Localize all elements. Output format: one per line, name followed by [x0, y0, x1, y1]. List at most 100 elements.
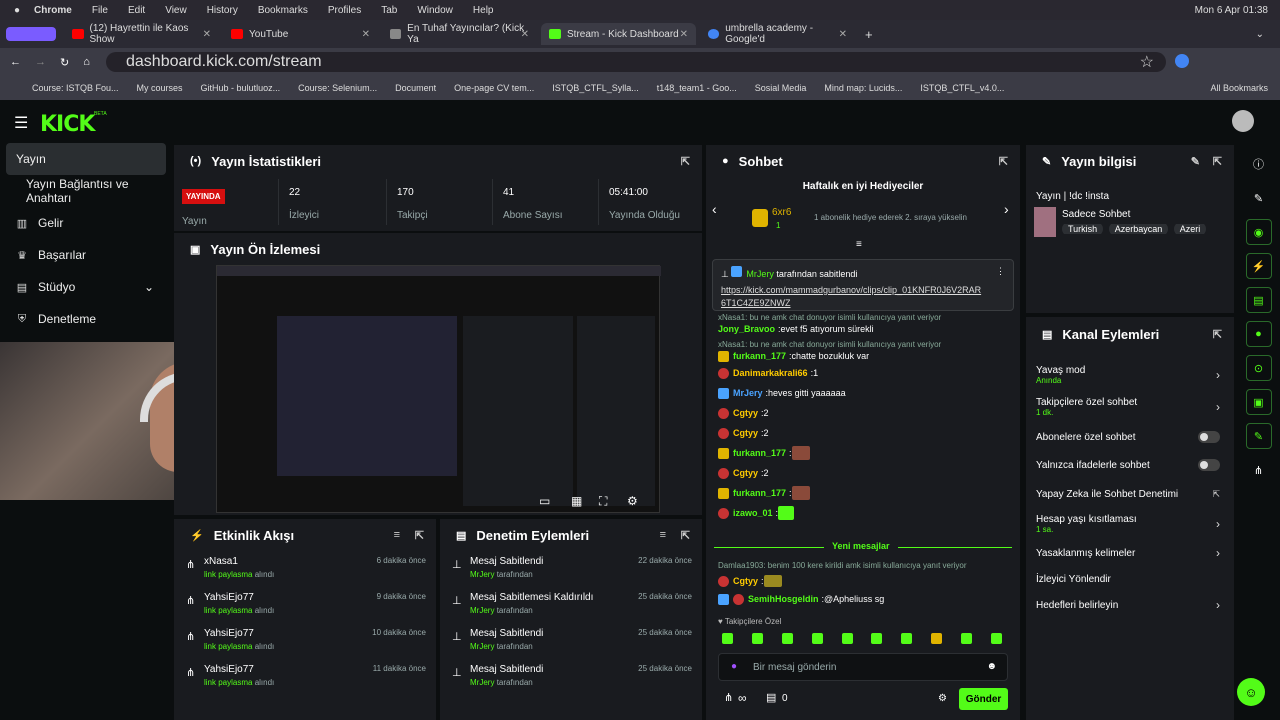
edit-icon[interactable]: ✎ — [1191, 155, 1200, 168]
popout-icon[interactable]: ⇱ — [1213, 328, 1222, 341]
menu-history[interactable]: History — [207, 5, 238, 16]
popout-icon[interactable]: ⇱ — [681, 155, 690, 168]
bookmark-item[interactable]: GitHub - bulutluoz... — [201, 83, 281, 93]
action-slow-mode[interactable]: Yavaş mod Anında › — [1026, 359, 1234, 391]
bookmark-item[interactable]: Course: ISTQB Fou... — [32, 83, 119, 93]
new-tab-icon[interactable]: + — [865, 27, 873, 42]
layout-icon[interactable]: ▦ — [571, 494, 582, 508]
forward-icon[interactable]: → — [35, 56, 46, 68]
app-name[interactable]: Chrome — [34, 5, 72, 16]
emote-icon[interactable] — [901, 633, 913, 644]
filter-icon[interactable]: ≡ — [394, 529, 400, 541]
subscribers-only-toggle[interactable] — [1198, 431, 1220, 443]
share-icon[interactable]: ⋔ — [1246, 457, 1272, 483]
bookmark-item[interactable]: My courses — [137, 83, 183, 93]
tab-en-tuhaf[interactable]: En Tuhaf Yayıncılar? (Kick Ya ✕ — [382, 23, 537, 45]
sidebar-item-basarilar[interactable]: ♛ Başarılar — [0, 239, 172, 271]
close-icon[interactable]: ✕ — [362, 29, 370, 40]
bookmark-item[interactable]: ISTQB_CTFL_v4.0... — [920, 83, 1004, 93]
emote-icon[interactable] — [961, 633, 972, 644]
chat-icon[interactable]: ● — [1245, 321, 1272, 347]
menu-profiles[interactable]: Profiles — [328, 5, 361, 16]
mic-icon[interactable]: ● — [731, 661, 737, 672]
close-icon[interactable]: ✕ — [521, 29, 529, 40]
menu-view[interactable]: View — [165, 5, 187, 16]
support-icon[interactable]: ☺ — [1237, 678, 1265, 706]
menu-help[interactable]: Help — [473, 5, 494, 16]
bookmark-item[interactable]: t148_team1 - Goo... — [657, 83, 737, 93]
gear-icon[interactable]: ⚙ — [938, 693, 947, 704]
sidebar-item-baglanti[interactable]: Yayın Bağlantısı ve Anahtarı — [0, 175, 172, 207]
menu-tab[interactable]: Tab — [381, 5, 397, 16]
theatre-icon[interactable]: ▭ — [539, 494, 550, 508]
menu-bookmarks[interactable]: Bookmarks — [258, 5, 308, 16]
close-icon[interactable]: ✕ — [203, 29, 211, 40]
points-icon[interactable]: ⋔ — [724, 691, 733, 704]
action-raid[interactable]: İzleyici Yönlendir — [1026, 567, 1234, 591]
clock[interactable]: Mon 6 Apr 01:38 — [1195, 5, 1268, 16]
emotes-only-toggle[interactable] — [1198, 459, 1220, 471]
tag[interactable]: Azerbaycan — [1108, 224, 1169, 234]
menu-window[interactable]: Window — [417, 5, 453, 16]
apple-icon[interactable]: ● — [14, 5, 20, 16]
tab-google[interactable]: umbrella academy - Google'd ✕ — [700, 23, 855, 45]
popout-icon[interactable]: ⇱ — [999, 155, 1008, 168]
gift-icon[interactable]: ▤ — [766, 691, 776, 704]
chevron-left-icon[interactable]: ‹ — [712, 201, 717, 217]
filter-icon[interactable]: ≡ — [660, 529, 666, 541]
back-icon[interactable]: ← — [10, 56, 21, 68]
fullscreen-icon[interactable]: ⛶ — [599, 494, 607, 509]
sidebar-item-studyo[interactable]: ▤ Stüdyo ⌄ — [0, 271, 172, 303]
tab-hayrettin[interactable]: (12) Hayrettin ile Kaos Show ✕ — [64, 23, 219, 45]
menu-edit[interactable]: Edit — [128, 5, 145, 16]
sidebar-item-gelir[interactable]: ▥ Gelir — [0, 207, 172, 239]
chat-input[interactable]: ● Bir mesaj gönderin ☻ — [718, 653, 1008, 681]
moderation-icon[interactable]: ▣ — [1245, 389, 1272, 415]
kick-logo[interactable]: KICK — [40, 112, 95, 137]
wrench-icon[interactable]: ✎ — [1245, 423, 1272, 449]
close-icon[interactable]: ✕ — [839, 29, 847, 40]
tab-kick-dashboard[interactable]: Stream - Kick Dashboard ✕ — [541, 23, 696, 45]
action-ai-moderation[interactable]: Yapay Zeka ile Sohbet Denetimi ⇱ — [1026, 479, 1234, 509]
bookmark-item[interactable]: One-page CV tem... — [454, 83, 534, 93]
bolt-icon[interactable]: ⚡ — [1245, 253, 1272, 279]
camera-icon[interactable]: ◉ — [1245, 219, 1272, 245]
reload-icon[interactable]: ↻ — [60, 56, 69, 69]
bookmark-item[interactable]: Course: Selenium... — [298, 83, 377, 93]
chevron-right-icon[interactable]: › — [1004, 201, 1009, 217]
action-followers-only[interactable]: Takipçilere özel sohbet 1 dk. › — [1026, 391, 1234, 423]
menu-file[interactable]: File — [92, 5, 108, 16]
tag[interactable]: Turkish — [1062, 224, 1104, 234]
bookmark-star-icon[interactable]: ☆ — [1140, 52, 1154, 72]
action-goals[interactable]: Hedefleri belirleyin › — [1026, 591, 1234, 619]
send-button[interactable]: Gönder — [959, 688, 1008, 710]
tag[interactable]: Azeri — [1173, 224, 1207, 234]
emote-icon[interactable] — [871, 633, 883, 644]
close-icon[interactable]: ✕ — [680, 29, 688, 40]
document-icon[interactable]: ▤ — [1245, 287, 1272, 313]
emote-icon[interactable] — [990, 633, 1002, 644]
popout-icon[interactable]: ⇱ — [681, 529, 690, 542]
collapse-icon[interactable]: ≡ — [856, 239, 862, 250]
emote-icon[interactable] — [722, 633, 733, 644]
action-account-age[interactable]: Hesap yaşı kısıtlaması 1 sa. › — [1026, 509, 1234, 539]
emote-icon[interactable] — [811, 633, 823, 644]
hamburger-icon[interactable]: ☰ — [14, 113, 28, 133]
emote-icon[interactable] — [841, 633, 853, 644]
info-icon[interactable]: ⓘ — [1246, 151, 1272, 177]
avatar[interactable] — [1175, 54, 1189, 68]
address-bar[interactable]: dashboard.kick.com/stream ☆ — [106, 52, 1166, 72]
stream-preview-video[interactable]: ▭ ▦ ⛶ ⚙ — [216, 265, 661, 513]
emote-icon[interactable] — [931, 633, 943, 644]
bookmark-item[interactable]: Document — [395, 83, 436, 93]
action-banned-words[interactable]: Yasaklanmış kelimeler › — [1026, 539, 1234, 567]
emote-icon[interactable] — [751, 633, 763, 644]
popout-icon[interactable]: ⇱ — [415, 529, 424, 542]
all-bookmarks[interactable]: All Bookmarks — [1210, 83, 1268, 93]
pencil-icon[interactable]: ✎ — [1246, 185, 1272, 211]
avatar[interactable] — [1232, 110, 1254, 132]
broadcast-icon[interactable]: ⊙ — [1245, 355, 1272, 381]
tab-group-chip[interactable] — [6, 27, 56, 41]
sidebar-item-denetleme[interactable]: ⛨ Denetleme — [0, 303, 172, 335]
emoji-icon[interactable]: ☻ — [986, 661, 997, 672]
